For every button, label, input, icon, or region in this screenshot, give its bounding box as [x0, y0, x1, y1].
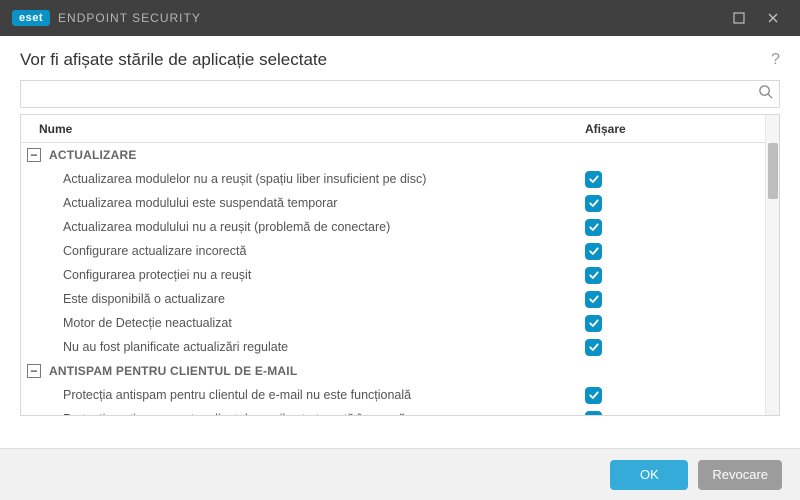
ok-button[interactable]: OK [610, 460, 688, 490]
show-checkbox[interactable] [585, 219, 602, 236]
table-row[interactable]: Actualizarea modulelor nu a reușit (spaț… [21, 167, 765, 191]
table-row[interactable]: Nu au fost planificate actualizări regul… [21, 335, 765, 359]
show-checkbox[interactable] [585, 267, 602, 284]
item-label: Actualizarea modulului nu a reușit (prob… [49, 220, 585, 234]
item-label: Motor de Detecție neactualizat [49, 316, 585, 330]
show-checkbox[interactable] [585, 339, 602, 356]
item-label: Protecția antispam pentru clientul de e-… [49, 388, 585, 402]
cancel-button[interactable]: Revocare [698, 460, 782, 490]
group-label: ANTISPAM PENTRU CLIENTUL DE E-MAIL [49, 364, 585, 378]
dialog-header: Vor fi afișate stările de aplicație sele… [0, 36, 800, 80]
item-label: Protecția antispam pentru clientul e-mai… [49, 412, 585, 415]
item-label: Configurarea protecției nu a reușit [49, 268, 585, 282]
table-row[interactable]: Motor de Detecție neactualizat [21, 311, 765, 335]
table-row[interactable]: Configurare actualizare incorectă [21, 239, 765, 263]
item-label: Actualizarea modulului este suspendată t… [49, 196, 585, 210]
table-row[interactable]: Actualizarea modulului este suspendată t… [21, 191, 765, 215]
table-row[interactable]: Actualizarea modulului nu a reușit (prob… [21, 215, 765, 239]
show-checkbox[interactable] [585, 315, 602, 332]
table-row[interactable]: Protecția antispam pentru clientul e-mai… [21, 407, 765, 415]
show-checkbox[interactable] [585, 291, 602, 308]
column-header-show[interactable]: Afișare [585, 122, 765, 136]
table-row[interactable]: Configurarea protecției nu a reușit [21, 263, 765, 287]
page-title: Vor fi afișate stările de aplicație sele… [20, 50, 327, 70]
item-label: Nu au fost planificate actualizări regul… [49, 340, 585, 354]
product-name: ENDPOINT SECURITY [58, 11, 201, 25]
table-row[interactable]: Protecția antispam pentru clientul de e-… [21, 383, 765, 407]
item-label: Este disponibilă o actualizare [49, 292, 585, 306]
brand-badge: eset [12, 10, 50, 26]
minimize-button[interactable] [722, 0, 756, 36]
search-input[interactable] [29, 81, 758, 107]
collapse-toggle[interactable] [27, 148, 41, 162]
states-table: Nume Afișare ACTUALIZARE Actualizarea mod… [20, 114, 780, 416]
dialog-footer: OK Revocare [0, 448, 800, 500]
help-button[interactable]: ? [771, 51, 780, 69]
search-icon[interactable] [758, 84, 773, 104]
minimize-icon [733, 12, 745, 24]
show-checkbox[interactable] [585, 171, 602, 188]
titlebar: eset ENDPOINT SECURITY [0, 0, 800, 36]
item-label: Actualizarea modulelor nu a reușit (spaț… [49, 172, 585, 186]
show-checkbox[interactable] [585, 195, 602, 212]
column-header-name[interactable]: Nume [21, 122, 585, 136]
show-checkbox[interactable] [585, 411, 602, 416]
search-field-wrap [20, 80, 780, 108]
group-label: ACTUALIZARE [49, 148, 585, 162]
show-checkbox[interactable] [585, 243, 602, 260]
group-header[interactable]: ACTUALIZARE [21, 143, 765, 167]
scrollbar-thumb[interactable] [768, 143, 778, 199]
close-button[interactable] [756, 0, 790, 36]
collapse-toggle[interactable] [27, 364, 41, 378]
group-header[interactable]: ANTISPAM PENTRU CLIENTUL DE E-MAIL [21, 359, 765, 383]
item-label: Configurare actualizare incorectă [49, 244, 585, 258]
close-icon [767, 12, 779, 24]
table-row[interactable]: Este disponibilă o actualizare [21, 287, 765, 311]
table-header: Nume Afișare [21, 115, 765, 143]
scrollbar[interactable] [765, 115, 779, 415]
show-checkbox[interactable] [585, 387, 602, 404]
